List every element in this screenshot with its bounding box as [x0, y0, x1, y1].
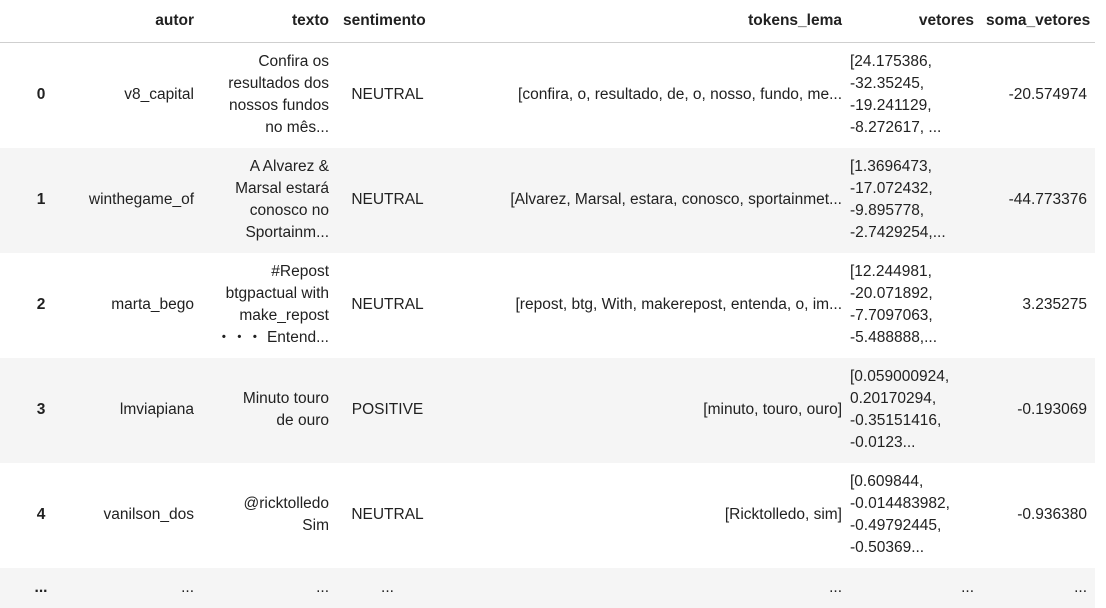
table-row: 0 v8_capital Confira os resultados dos n… [0, 43, 1095, 148]
row-index: 0 [36, 86, 46, 104]
ellipsis-vetores: ... [961, 578, 974, 596]
cell-sentimento: NEUTRAL [351, 191, 424, 208]
table-row: 1 winthegame_of A Alvarez & Marsal estar… [0, 147, 1095, 253]
header-texto: texto [202, 0, 337, 43]
cell-texto: @ricktolledo Sim [243, 495, 329, 534]
header-vetores: vetores [850, 0, 982, 43]
ellipsis-texto: ... [316, 578, 329, 596]
cell-vetores: [24.175386, -32.35245, -19.241129, -8.27… [850, 53, 942, 137]
cell-tokens-lema: [Alvarez, Marsal, estara, conosco, sport… [510, 191, 842, 208]
header-autor: autor [70, 0, 202, 43]
ellipsis-autor: ... [181, 578, 194, 596]
table-row: 4 vanilson_dos @ricktolledo Sim NEUTRAL … [0, 463, 1095, 568]
cell-soma-vetores: -44.773376 [1008, 191, 1087, 208]
cell-autor: lmviapiana [119, 401, 194, 418]
cell-texto: A Alvarez & Marsal estará conosco no Spo… [235, 158, 329, 241]
cell-vetores: [0.059000924, 0.20170294, -0.35151416, -… [850, 368, 950, 451]
row-index: 1 [36, 191, 46, 208]
row-index: 3 [36, 401, 46, 418]
ellipsis-soma-vetores: ... [1074, 578, 1087, 596]
row-index: 2 [36, 296, 46, 313]
dataframe-table: autor texto sentimento tokens_lema vetor… [0, 0, 1095, 608]
cell-sentimento: NEUTRAL [351, 296, 424, 313]
cell-tokens-lema: [repost, btg, With, makerepost, entenda,… [515, 296, 842, 313]
cell-autor: marta_bego [111, 296, 194, 313]
cell-tokens-lema: [Ricktolledo, sim] [724, 506, 842, 523]
cell-tokens-lema: [confira, o, resultado, de, o, nosso, fu… [518, 86, 842, 104]
cell-soma-vetores: -20.574974 [1008, 86, 1087, 104]
table-body: 0 v8_capital Confira os resultados dos n… [0, 43, 1095, 608]
cell-texto: #Repost btgpactual with make_repost ・・・ … [216, 263, 329, 346]
cell-vetores: [12.244981, -20.071892, -7.7097063, -5.4… [850, 263, 938, 346]
cell-autor: v8_capital [124, 86, 194, 104]
cell-texto: Minuto touro de ouro [242, 390, 329, 429]
cell-texto: Confira os resultados dos nossos fundos … [228, 53, 329, 137]
header-index [0, 0, 70, 43]
cell-vetores: [1.3696473, -17.072432, -9.895778, -2.74… [850, 158, 946, 241]
cell-vetores: [0.609844, -0.014483982, -0.49792445, -0… [850, 473, 950, 556]
cell-autor: winthegame_of [88, 191, 194, 208]
table-row: 3 lmviapiana Minuto touro de ouro POSITI… [0, 357, 1095, 463]
cell-sentimento: NEUTRAL [351, 506, 424, 523]
cell-sentimento: NEUTRAL [351, 86, 424, 104]
cell-sentimento: POSITIVE [351, 401, 424, 418]
table-row: 2 marta_bego #Repost btgpactual with mak… [0, 253, 1095, 358]
header-row: autor texto sentimento tokens_lema vetor… [0, 0, 1095, 43]
row-index: 4 [36, 506, 46, 523]
cell-tokens-lema: [minuto, touro, ouro] [703, 401, 842, 418]
table-header: autor texto sentimento tokens_lema vetor… [0, 0, 1095, 43]
header-tokens-lema: tokens_lema [442, 0, 850, 43]
ellipsis-sentimento: ... [381, 578, 394, 596]
header-sentimento: sentimento [337, 0, 442, 43]
cell-autor: vanilson_dos [103, 506, 194, 523]
ellipsis-index: ... [34, 578, 48, 596]
cell-soma-vetores: -0.193069 [1017, 401, 1087, 418]
ellipsis-row: ... ... ... ... ... ... ... [0, 567, 1095, 608]
ellipsis-tokens-lema: ... [829, 578, 842, 596]
cell-soma-vetores: 3.235275 [1022, 296, 1087, 313]
header-soma-vetores: soma_vetores [982, 0, 1095, 43]
cell-soma-vetores: -0.936380 [1017, 506, 1087, 523]
